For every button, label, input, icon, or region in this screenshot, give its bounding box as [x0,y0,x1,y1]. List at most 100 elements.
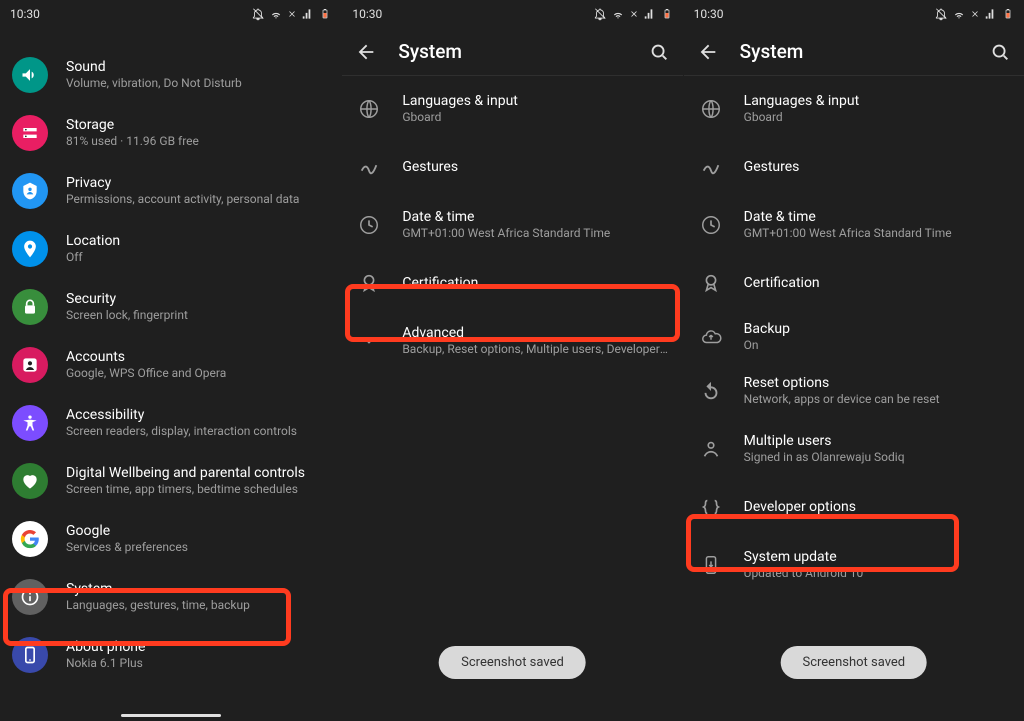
search-button[interactable] [647,40,671,64]
item-subtitle: Services & preferences [66,540,327,556]
braces-icon [700,496,722,518]
item-subtitle: Volume, vibration, Do Not Disturb [66,76,327,92]
item-subtitle: Off [66,250,327,266]
system-item-reset[interactable]: Reset optionsNetwork, apps or device can… [684,362,1024,420]
item-title: Google [66,522,327,540]
system-item-gestures[interactable]: Gestures [684,138,1024,196]
clock-icon [358,214,380,236]
item-title: Reset options [744,374,1010,392]
item-title: Storage [66,116,327,134]
system-item-date[interactable]: Date & timeGMT+01:00 West Africa Standar… [684,196,1024,254]
heart-icon [20,471,40,491]
item-title: Accessibility [66,406,327,424]
status-icons [593,6,673,22]
storage-icon [20,123,40,143]
system-item-developer[interactable]: Developer options [684,478,1024,536]
phone-2-system-menu: 10:30 System Languages & inputGboard Ges… [341,0,682,721]
toast-screenshot-saved[interactable]: Screenshot saved [439,646,586,679]
item-title: Date & time [744,208,1010,226]
settings-item-accounts[interactable]: AccountsGoogle, WPS Office and Opera [0,336,341,394]
item-title: Developer options [744,498,1010,516]
system-item-certification[interactable]: Certification [342,254,682,312]
gestures-icon [358,156,380,178]
item-subtitle: Permissions, account activity, personal … [66,192,327,208]
phone-1-settings-list: 10:30 SoundVolume, vibration, Do Not Dis… [0,0,341,721]
settings-item-system[interactable]: SystemLanguages, gestures, time, backup [0,568,341,626]
shield-icon [20,181,40,201]
status-icons [251,6,331,22]
battery-icon [1002,6,1014,22]
settings-item-security[interactable]: SecurityScreen lock, fingerprint [0,278,341,336]
item-subtitle: Nokia 6.1 Plus [66,656,327,672]
app-bar: System [342,28,682,76]
bell-off-icon [934,7,948,21]
search-button[interactable] [988,40,1012,64]
system-item-certification[interactable]: Certification [684,254,1024,312]
item-subtitle: Screen lock, fingerprint [66,308,327,324]
settings-item-location[interactable]: LocationOff [0,220,341,278]
item-title: Privacy [66,174,327,192]
bell-off-icon [251,7,265,21]
system-item-multiusers[interactable]: Multiple usersSigned in as Olanrewaju So… [684,420,1024,478]
system-item-backup[interactable]: BackupOn [684,312,1024,362]
item-title: System update [744,548,1010,566]
system-item-date[interactable]: Date & timeGMT+01:00 West Africa Standar… [342,196,682,254]
status-time: 10:30 [694,7,724,21]
settings-item-google[interactable]: GoogleServices & preferences [0,510,341,568]
settings-item-accessibility[interactable]: AccessibilityScreen readers, display, in… [0,394,341,452]
item-title: Date & time [402,208,668,226]
location-icon [20,239,40,259]
settings-item-wellbeing[interactable]: Digital Wellbeing and parental controlsS… [0,452,341,510]
info-icon [20,587,40,607]
system-list[interactable]: Languages & inputGboard Gestures Date & … [342,76,682,374]
globe-icon [700,98,722,120]
item-title: Digital Wellbeing and parental controls [66,464,327,482]
update-icon [700,554,722,576]
wifi-icon [952,7,966,21]
nav-bar-pill[interactable] [121,714,221,717]
settings-item-about[interactable]: About phoneNokia 6.1 Plus [0,626,341,684]
item-subtitle: Signed in as Olanrewaju Sodiq [744,450,1010,466]
bell-off-icon [593,7,607,21]
item-subtitle: On [744,338,1010,354]
status-time: 10:30 [10,7,40,21]
cloud-icon [700,326,722,348]
settings-list[interactable]: SoundVolume, vibration, Do Not Disturb S… [0,28,341,688]
item-subtitle: Gboard [744,110,1010,126]
settings-item-privacy[interactable]: PrivacyPermissions, account activity, pe… [0,162,341,220]
signal-icon [643,7,657,21]
item-subtitle: GMT+01:00 West Africa Standard Time [402,226,668,242]
cert-icon [358,272,380,294]
system-item-gestures[interactable]: Gestures [342,138,682,196]
toast-screenshot-saved[interactable]: Screenshot saved [780,646,927,679]
system-list[interactable]: Languages & inputGboard Gestures Date & … [684,76,1024,598]
back-button[interactable] [696,40,720,64]
battery-icon [661,6,673,22]
phone-3-system-expanded: 10:30 System Languages & inputGboard Ges… [683,0,1024,721]
item-subtitle: Screen time, app timers, bedtime schedul… [66,482,327,498]
item-subtitle: 81% used · 11.96 GB free [66,134,327,150]
item-subtitle: Screen readers, display, interaction con… [66,424,327,440]
system-item-advanced[interactable]: AdvancedBackup, Reset options, Multiple … [342,312,682,370]
page-title: System [398,40,626,63]
item-subtitle: Languages, gestures, time, backup [66,598,327,614]
system-item-languages[interactable]: Languages & inputGboard [342,80,682,138]
search-icon [989,41,1011,63]
status-bar: 10:30 [342,0,682,28]
signal-icon [984,7,998,21]
settings-item-storage[interactable]: Storage81% used · 11.96 GB free [0,104,341,162]
system-item-update[interactable]: System updateUpdated to Android 10 [684,536,1024,594]
item-title: Languages & input [402,92,668,110]
item-title: Sound [66,58,327,76]
app-bar: System [684,28,1024,76]
settings-item-sound[interactable]: SoundVolume, vibration, Do Not Disturb [0,46,341,104]
wifi-icon [611,7,625,21]
user-icon [700,438,722,460]
lock-icon [20,297,40,317]
back-icon [697,41,719,63]
wifi-icon [269,7,283,21]
back-button[interactable] [354,40,378,64]
system-item-languages[interactable]: Languages & inputGboard [684,80,1024,138]
globe-icon [358,98,380,120]
chevron-down-icon [358,330,380,352]
